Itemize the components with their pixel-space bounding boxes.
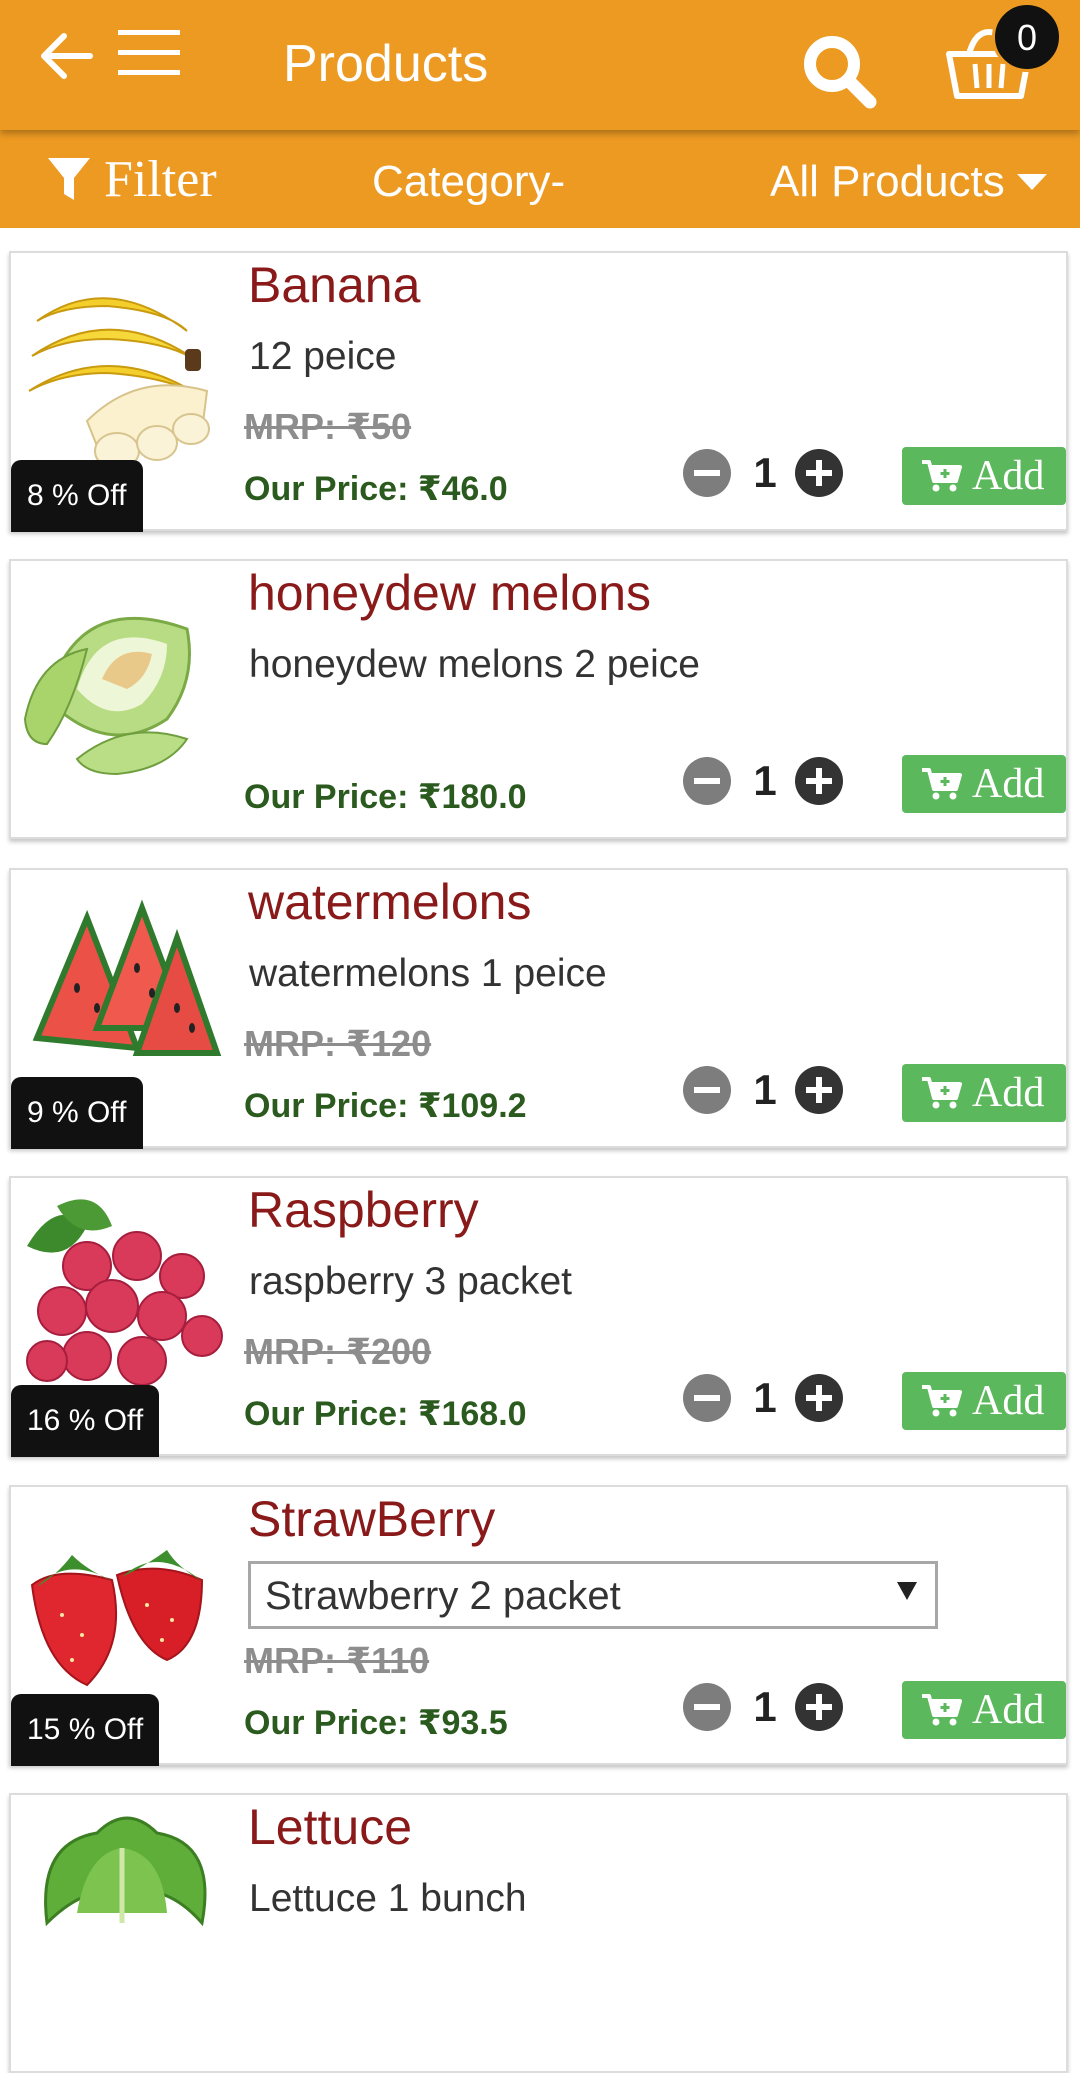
mrp-price: MRP: ₹200 [244, 1331, 432, 1372]
discount-badge: 9 % Off [11, 1077, 143, 1149]
honeydew-melon-image [23, 616, 191, 776]
cart-plus-icon [922, 1385, 962, 1417]
product-description: raspberry 3 packet [249, 1260, 572, 1303]
dropdown-arrow-icon [897, 1582, 917, 1600]
watermelon-image [32, 899, 222, 1056]
mrp-price: MRP: ₹110 [244, 1640, 430, 1681]
strawberry-image [30, 1550, 204, 1687]
back-arrow-icon[interactable] [38, 28, 94, 84]
product-name[interactable]: Lettuce [248, 1795, 412, 1859]
caret-down-icon[interactable] [1017, 174, 1047, 190]
quantity-stepper: 1 [683, 1062, 843, 1118]
product-description: honeydew melons 2 peice [249, 643, 700, 686]
page-title: Products [283, 35, 489, 93]
variant-selected-value: Strawberry 2 packet [265, 1574, 621, 1618]
add-button-label: Add [972, 1070, 1045, 1116]
cart-plus-icon [922, 1077, 962, 1109]
discount-badge: 8 % Off [11, 460, 143, 532]
minus-circle-icon[interactable] [683, 1683, 731, 1731]
quantity-value: 1 [753, 1066, 777, 1113]
add-to-cart-button[interactable]: Add [902, 1372, 1066, 1430]
category-label: Category- [372, 157, 566, 206]
filter-button[interactable]: Filter [104, 150, 217, 210]
product-name[interactable]: Banana [248, 253, 420, 317]
add-button-label: Add [972, 453, 1045, 499]
plus-circle-icon[interactable] [795, 1374, 843, 1422]
product-name[interactable]: honeydew melons [248, 561, 651, 625]
quantity-value: 1 [753, 1374, 777, 1421]
product-card: 15 % Off StrawBerry Strawberry 2 packet … [9, 1485, 1068, 1766]
quantity-value: 1 [753, 757, 777, 804]
app-bar: Products 0 [0, 0, 1080, 130]
plus-circle-icon[interactable] [795, 757, 843, 805]
filter-bar: Filter Category- All Products [0, 130, 1080, 228]
minus-circle-icon[interactable] [683, 1374, 731, 1422]
product-name[interactable]: watermelons [248, 870, 531, 934]
category-dropdown[interactable]: All Products [770, 156, 1005, 208]
product-description: 12 peice [249, 335, 397, 378]
banana-image [28, 297, 210, 470]
our-price: Our Price: ₹180.0 [244, 778, 527, 816]
product-description: watermelons 1 peice [249, 952, 607, 995]
product-card: honeydew melons honeydew melons 2 peice … [9, 559, 1068, 839]
hamburger-menu-icon[interactable] [118, 30, 180, 76]
our-price: Our Price: ₹93.5 [244, 1704, 508, 1742]
product-card: Lettuce Lettuce 1 bunch [9, 1793, 1068, 2073]
our-price: Our Price: ₹109.2 [244, 1087, 527, 1125]
plus-circle-icon[interactable] [795, 449, 843, 497]
mrp-price: MRP: ₹50 [244, 406, 412, 447]
quantity-stepper: 1 [683, 1370, 843, 1426]
product-card: 8 % Off Banana 12 peice MRP: ₹50 Our Pri… [9, 251, 1068, 532]
quantity-stepper: 1 [683, 445, 843, 501]
mrp-price: MRP: ₹120 [244, 1023, 432, 1064]
plus-circle-icon[interactable] [795, 1683, 843, 1731]
cart-plus-icon [922, 768, 962, 800]
quantity-value: 1 [753, 1683, 777, 1730]
minus-circle-icon[interactable] [683, 449, 731, 497]
product-card: 9 % Off watermelons watermelons 1 peice … [9, 868, 1068, 1149]
cart-count-badge: 0 [992, 2, 1062, 72]
add-to-cart-button[interactable]: Add [902, 1681, 1066, 1739]
quantity-value: 1 [753, 449, 777, 496]
our-price: Our Price: ₹46.0 [244, 470, 508, 508]
product-name[interactable]: StrawBerry [248, 1487, 495, 1551]
product-description: Lettuce 1 bunch [249, 1877, 527, 1920]
quantity-stepper: 1 [683, 1679, 843, 1735]
cart-plus-icon [922, 460, 962, 492]
add-to-cart-button[interactable]: Add [902, 755, 1066, 813]
discount-badge: 16 % Off [11, 1385, 160, 1457]
add-to-cart-button[interactable]: Add [902, 1064, 1066, 1122]
variant-select[interactable]: Strawberry 2 packet [248, 1561, 938, 1629]
lettuce-image [44, 1816, 207, 1927]
minus-circle-icon[interactable] [683, 1066, 731, 1114]
add-button-label: Add [972, 1687, 1045, 1733]
quantity-stepper: 1 [683, 753, 843, 809]
product-name[interactable]: Raspberry [248, 1178, 479, 1242]
add-to-cart-button[interactable]: Add [902, 447, 1066, 505]
our-price: Our Price: ₹168.0 [244, 1395, 527, 1433]
product-card: 16 % Off Raspberry raspberry 3 packet MR… [9, 1176, 1068, 1457]
filter-funnel-icon[interactable] [48, 158, 90, 204]
add-button-label: Add [972, 761, 1045, 807]
discount-badge: 15 % Off [11, 1694, 160, 1766]
minus-circle-icon[interactable] [683, 757, 731, 805]
cart-plus-icon [922, 1694, 962, 1726]
add-button-label: Add [972, 1378, 1045, 1424]
search-icon[interactable] [800, 32, 878, 110]
product-list: 8 % Off Banana 12 peice MRP: ₹50 Our Pri… [0, 228, 1080, 2073]
plus-circle-icon[interactable] [795, 1066, 843, 1114]
raspberry-image [26, 1199, 223, 1386]
